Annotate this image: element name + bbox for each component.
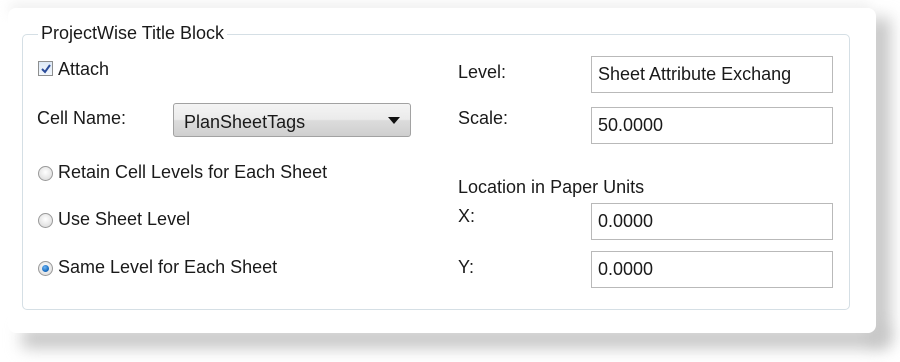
level-field[interactable]: Sheet Attribute Exchang <box>591 56 833 93</box>
cell-name-dropdown[interactable]: PlanSheetTags <box>173 103 411 137</box>
chevron-down-icon <box>388 117 400 124</box>
scale-field[interactable]: 50.0000 <box>591 107 833 144</box>
same-level-label[interactable]: Same Level for Each Sheet <box>58 256 277 278</box>
groupbox-title: ProjectWise Title Block <box>38 22 228 44</box>
use-sheet-level-label[interactable]: Use Sheet Level <box>58 208 190 230</box>
retain-cell-levels-radio[interactable] <box>38 166 53 181</box>
same-level-radio[interactable] <box>38 261 53 276</box>
retain-cell-levels-label[interactable]: Retain Cell Levels for Each Sheet <box>58 161 327 183</box>
cell-name-label: Cell Name: <box>37 108 127 128</box>
location-heading: Location in Paper Units <box>458 177 645 197</box>
checkmark-icon <box>41 64 51 74</box>
x-label: X: <box>458 206 476 226</box>
use-sheet-level-radio[interactable] <box>38 213 53 228</box>
attach-label[interactable]: Attach <box>58 58 109 80</box>
cell-name-selected-value: PlanSheetTags <box>184 112 306 132</box>
y-field[interactable]: 0.0000 <box>591 251 833 288</box>
y-label: Y: <box>458 257 475 277</box>
dialog-canvas: ProjectWise Title Block Attach Cell Name… <box>0 0 900 362</box>
scale-label: Scale: <box>458 108 509 128</box>
level-label: Level: <box>458 62 507 82</box>
attach-checkbox[interactable] <box>38 61 53 76</box>
x-field[interactable]: 0.0000 <box>591 203 833 240</box>
